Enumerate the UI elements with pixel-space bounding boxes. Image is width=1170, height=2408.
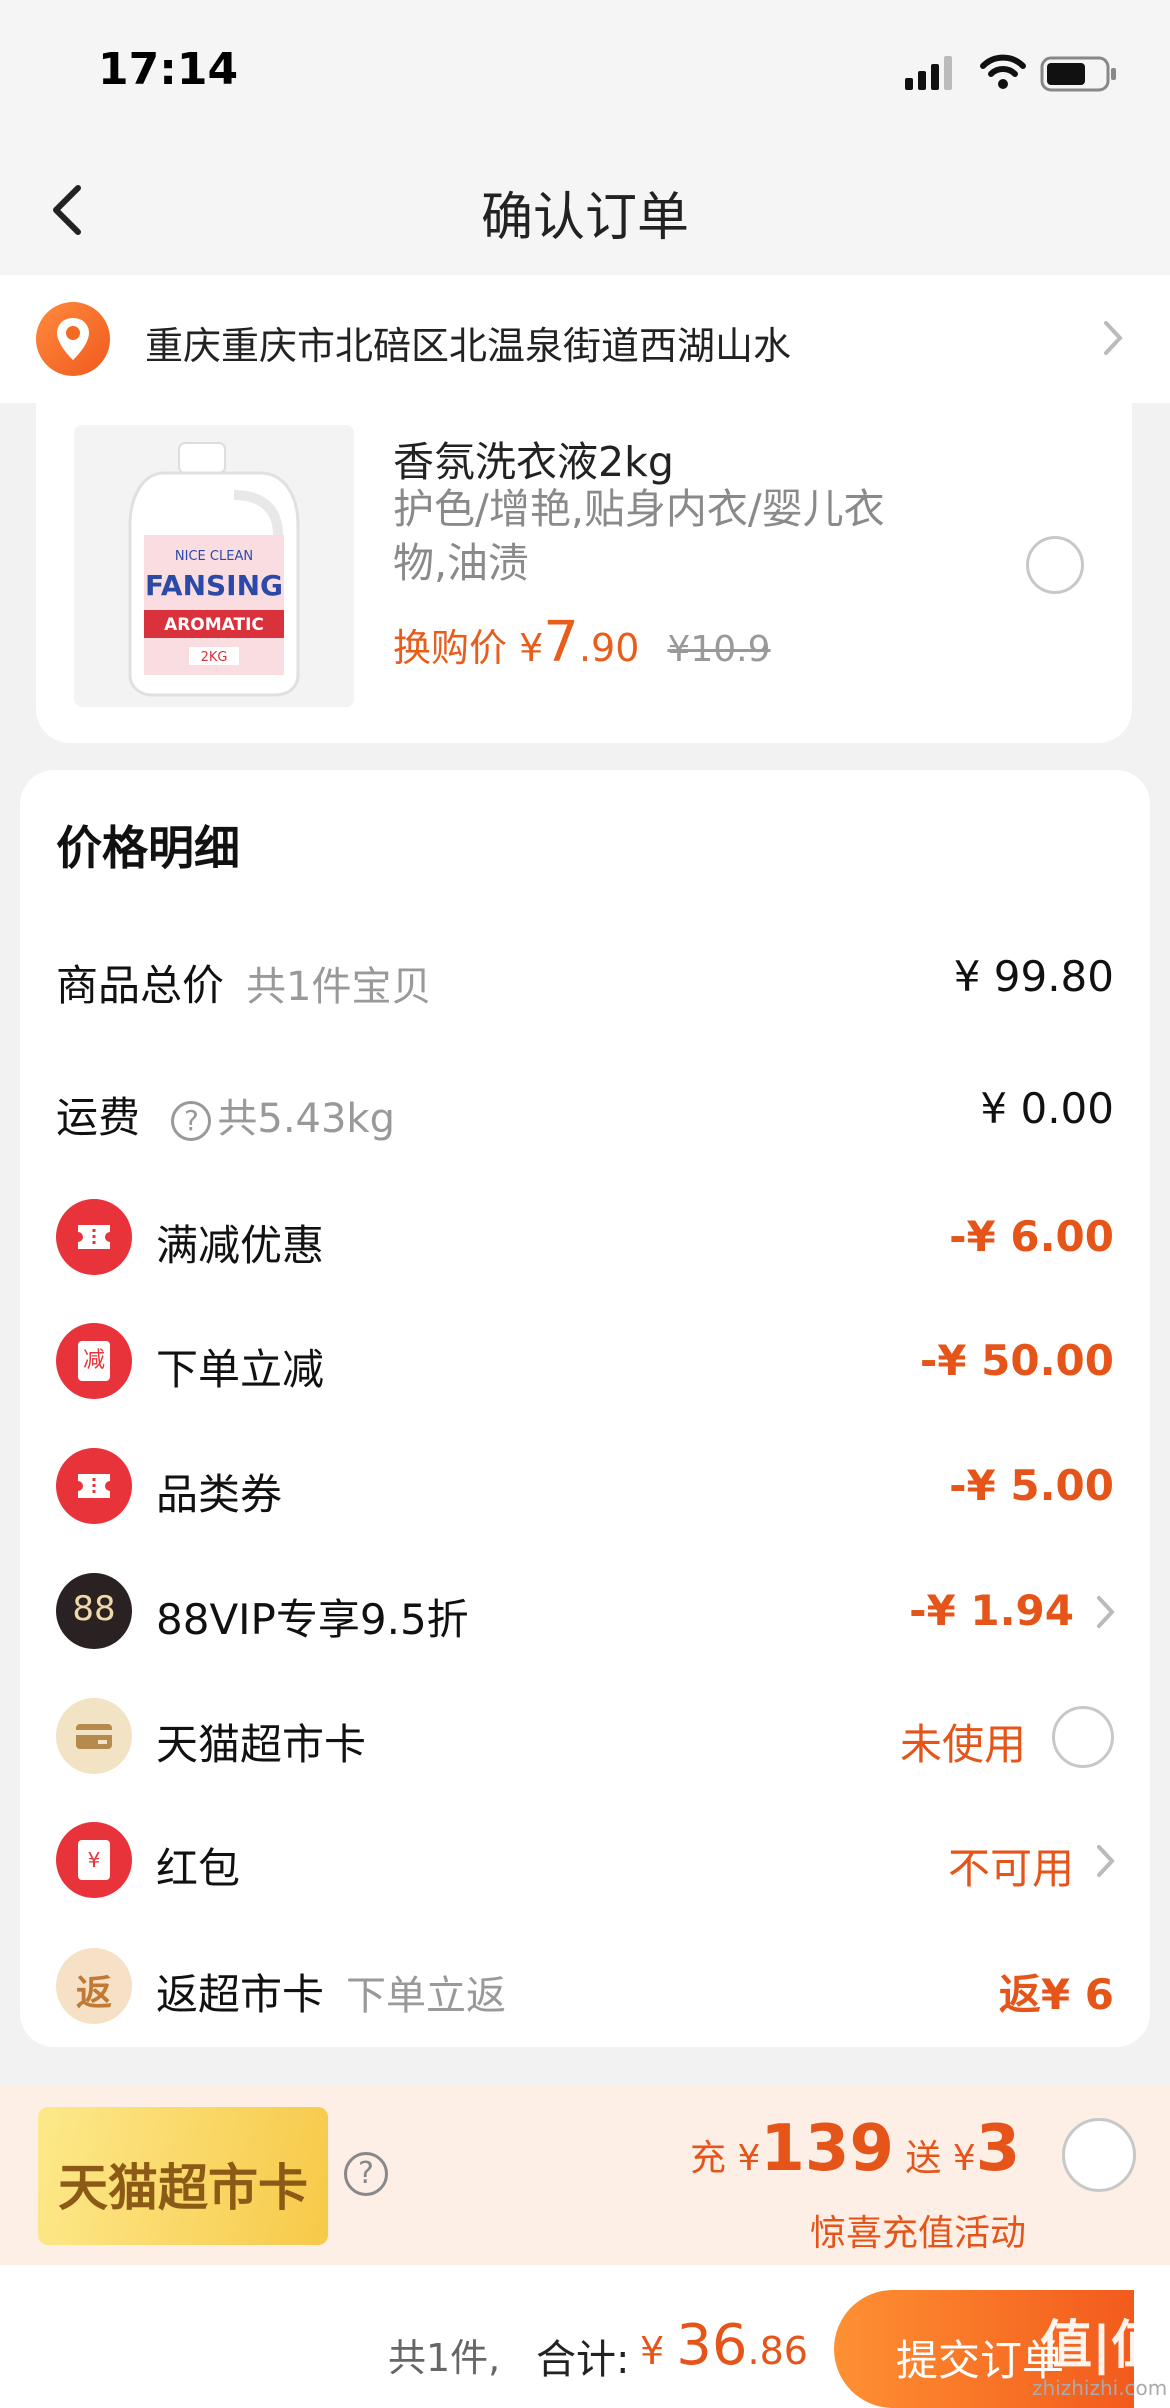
tmall-card-image-text: 天猫超市卡 xyxy=(58,2159,308,2217)
product-description: 护色/增艳,贴身内衣/婴儿衣物,油渍 xyxy=(393,485,885,587)
price-detail-title: 价格明细 xyxy=(56,821,240,875)
instant-reduce-icon-text: 减 xyxy=(78,1341,110,1381)
row-shipping: 运费 ? 共5.43kg xyxy=(56,1084,395,1145)
product-image: NICE CLEAN FANSING AROMATIC 2KG xyxy=(74,425,354,707)
cashback-label: 返超市卡 xyxy=(156,1970,325,2019)
bonus-amount: 3 xyxy=(975,2112,1021,2186)
bonus-currency: ¥ xyxy=(952,2138,976,2179)
row-cashback: 返超市卡 下单立返 xyxy=(156,1961,506,2022)
discount-value: -¥ 6.00 xyxy=(949,1212,1114,1261)
cashback-icon: 返 xyxy=(56,1948,132,2024)
coupon-label: 品类券 xyxy=(156,1470,283,1519)
recharge-amount: 139 xyxy=(760,2112,894,2186)
ticket-icon xyxy=(56,1199,132,1275)
tmall-card-label: 天猫超市卡 xyxy=(156,1720,367,1769)
cashback-icon-text: 返 xyxy=(75,1973,112,2014)
cashback-value: 返¥ 6 xyxy=(998,1970,1114,2019)
bottle-brand: FANSING xyxy=(145,569,283,602)
total-currency: ¥ xyxy=(640,2329,665,2373)
promo-subtitle: 惊喜充值活动 xyxy=(810,2213,1027,2254)
bottle-size: 2KG xyxy=(201,650,228,665)
original-price: ¥10.9 xyxy=(667,629,771,670)
red-packet-icon: ¥ xyxy=(56,1822,132,1898)
total-label: 合计: xyxy=(536,2337,630,2383)
recharge-label: 充 xyxy=(690,2138,727,2179)
price-integer: 7 xyxy=(543,610,579,675)
bottle-type: AROMATIC xyxy=(164,615,264,635)
shipping-label: 运费 xyxy=(56,1093,141,1142)
chevron-right-icon xyxy=(1104,321,1123,355)
total-amount: ¥ 36.86 xyxy=(640,2313,808,2378)
recharge-offer: 充 ¥139 送 ¥3 xyxy=(690,2112,1020,2186)
bonus-label: 送 xyxy=(905,2138,942,2179)
coupon-icon xyxy=(56,1448,132,1524)
total-decimal: .86 xyxy=(747,2329,808,2373)
item-count: 共1件, xyxy=(388,2336,501,2380)
coupon-value: -¥ 5.00 xyxy=(949,1461,1114,1510)
row-goods-total: 商品总价 共1件宝贝 xyxy=(56,952,431,1013)
bottle-brand-small: NICE CLEAN xyxy=(175,549,253,564)
cashback-sub: 下单立返 xyxy=(346,1973,507,2019)
product-name: 香氛洗衣液2kg xyxy=(393,438,674,486)
address-text: 重庆重庆市北碚区北温泉街道西湖山水 xyxy=(145,324,792,368)
instant-reduce-label: 下单立减 xyxy=(156,1345,325,1394)
price-currency: ¥ xyxy=(519,626,544,670)
shipping-sub: 共5.43kg xyxy=(217,1096,395,1142)
price-label: 换购价 xyxy=(393,626,508,670)
vip-label: 88VIP专享9.5折 xyxy=(156,1595,469,1644)
instant-reduce-value: -¥ 50.00 xyxy=(919,1336,1114,1385)
tmall-card-value: 未使用 xyxy=(899,1720,1026,1769)
recharge-select-radio[interactable] xyxy=(1062,2118,1136,2192)
watermark-url: zhizhizhi.com xyxy=(1032,2376,1168,2400)
red-packet-icon-text: ¥ xyxy=(78,1840,110,1880)
instant-reduce-icon: 减 xyxy=(56,1323,132,1399)
red-packet-label: 红包 xyxy=(156,1844,241,1893)
page-title: 确认订单 xyxy=(480,188,689,248)
goods-total-value: ¥ 99.80 xyxy=(953,952,1114,1001)
chevron-right-icon[interactable] xyxy=(1094,1841,1118,1881)
battery-icon xyxy=(1040,56,1116,92)
vip-value[interactable]: -¥ 1.94 xyxy=(909,1586,1074,1635)
red-packet-value[interactable]: 不可用 xyxy=(948,1835,1074,1896)
cellular-signal-icon xyxy=(905,56,952,90)
card-icon xyxy=(56,1698,132,1774)
product-select-radio[interactable] xyxy=(1026,536,1084,594)
price-decimal: .90 xyxy=(578,626,640,670)
shipping-value: ¥ 0.00 xyxy=(980,1084,1114,1133)
chevron-right-icon[interactable] xyxy=(1094,1592,1118,1632)
question-icon[interactable]: ? xyxy=(344,2152,388,2196)
tmall-card-radio[interactable] xyxy=(1052,1706,1114,1768)
wifi-icon xyxy=(980,54,1026,89)
status-time: 17:14 xyxy=(98,44,239,95)
goods-total-sub: 共1件宝贝 xyxy=(246,964,432,1010)
total-integer: 36 xyxy=(676,2313,748,2378)
recharge-currency: ¥ xyxy=(737,2138,761,2179)
watermark-logo: 值|值 xyxy=(1040,2316,1163,2376)
vip88-icon-text: 88 xyxy=(72,1589,116,1629)
discount-label: 满减优惠 xyxy=(156,1221,325,1270)
vip88-icon: 88 xyxy=(56,1573,132,1649)
product-price: 换购价 ¥7.90 ¥10.9 xyxy=(393,610,771,675)
location-pin-icon xyxy=(36,302,110,376)
goods-total-label: 商品总价 xyxy=(56,961,225,1010)
question-icon[interactable]: ? xyxy=(171,1100,212,1141)
